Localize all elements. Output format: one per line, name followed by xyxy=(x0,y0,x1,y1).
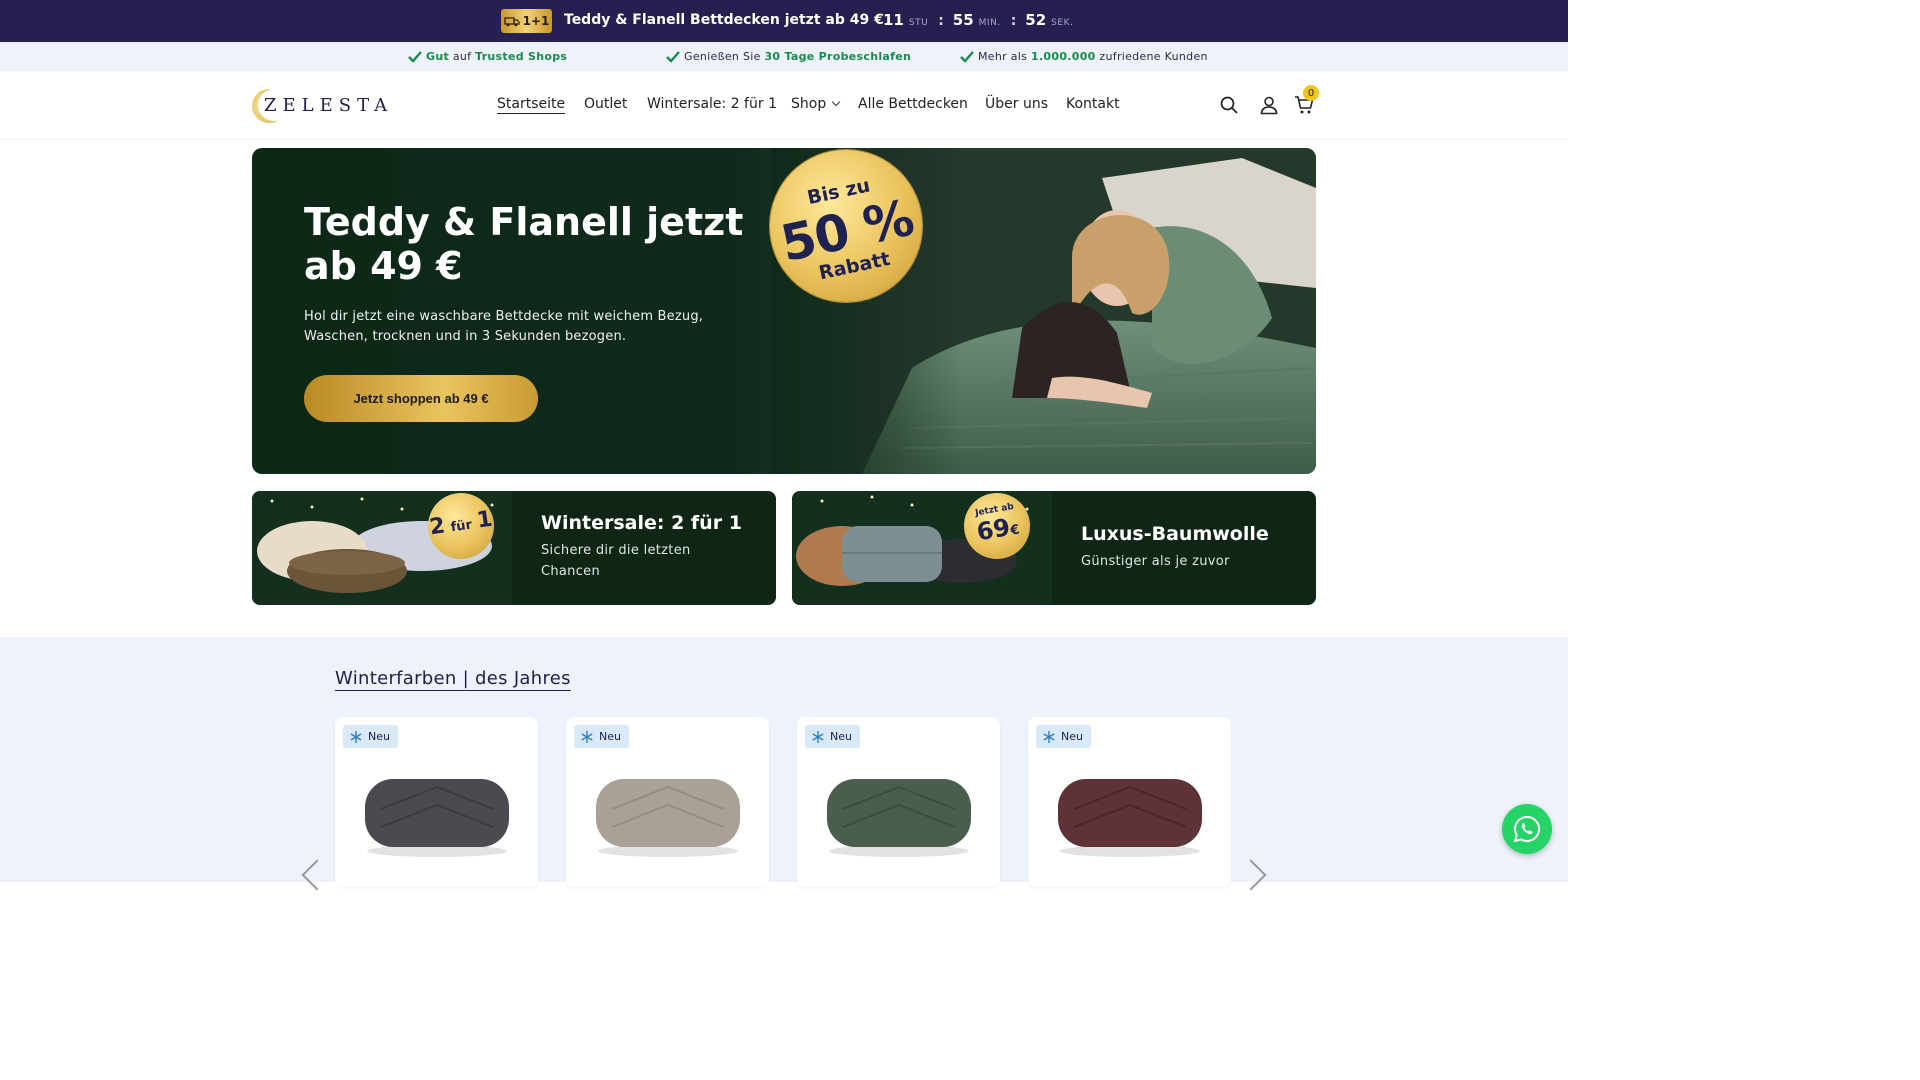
promo-badge-2-for-1: 2 für 1 xyxy=(428,493,494,559)
hero-title: Teddy & Flanell jetzt ab 49 € xyxy=(304,200,744,288)
account-icon[interactable] xyxy=(1259,95,1279,115)
promo-badge-price: Jetzt ab 69€ xyxy=(964,493,1030,559)
winter-colors-section: Winterfarben | des Jahres Neu Neu Neu Ne… xyxy=(0,637,1568,887)
product-card[interactable]: Neu xyxy=(797,717,1000,887)
whatsapp-chat-button[interactable] xyxy=(1502,804,1552,854)
truck-icon xyxy=(504,17,520,27)
checkmark-icon xyxy=(666,50,680,63)
discount-seal: Bis zu 50 % Rabatt xyxy=(770,150,922,302)
announcement-message[interactable]: Teddy & Flanell Bettdecken jetzt ab 49 € xyxy=(564,12,884,28)
nav-item-outlet[interactable]: Outlet xyxy=(584,96,627,112)
promo-subtitle: Sichere dir die letzten Chancen xyxy=(541,543,691,579)
product-card[interactable]: Neu xyxy=(335,717,538,887)
product-card[interactable]: Neu xyxy=(566,717,769,887)
product-image xyxy=(827,779,971,857)
product-image xyxy=(596,779,740,857)
nav-item-wintersale[interactable]: Wintersale: 2 für 1 xyxy=(647,96,777,112)
timer-hours-unit: STU xyxy=(908,18,929,28)
timer-seconds: 52 xyxy=(1025,11,1047,29)
timer-hours: 11 xyxy=(883,11,904,29)
offer-badge: 1+1 xyxy=(501,9,552,33)
shop-now-button[interactable]: Jetzt shoppen ab 49 € xyxy=(304,375,538,422)
timer-minutes-unit: MIN. xyxy=(978,18,1001,28)
product-card[interactable]: Neu xyxy=(1028,717,1231,887)
search-icon[interactable] xyxy=(1219,95,1239,115)
snowflake-icon xyxy=(1043,730,1055,743)
announcement-bar: 1+1 Teddy & Flanell Bettdecken jetzt ab … xyxy=(0,0,1568,42)
hero-banner[interactable]: Teddy & Flanell jetzt ab 49 € Hol dir je… xyxy=(252,148,1316,474)
nav-item-kontakt[interactable]: Kontakt xyxy=(1066,96,1120,112)
new-badge: Neu xyxy=(1036,725,1091,748)
nav-item-shop[interactable]: Shop xyxy=(791,96,841,112)
checkmark-icon xyxy=(960,50,974,63)
nav-item-alle-bettdecken[interactable]: Alle Bettdecken xyxy=(858,96,968,112)
promo-card-wintersale[interactable]: 2 für 1 Wintersale: 2 für 1 Sichere dir … xyxy=(252,491,776,605)
trust-item-trial: Genießen Sie 30 Tage Probeschlafen xyxy=(666,50,911,63)
logo[interactable]: ZELESTA xyxy=(252,87,387,125)
section-title[interactable]: Winterfarben | des Jahres xyxy=(335,668,571,689)
nav-item-startseite[interactable]: Startseite xyxy=(497,96,565,112)
new-badge: Neu xyxy=(343,725,398,748)
offer-badge-label: 1+1 xyxy=(522,14,550,28)
logo-wordmark: ZELESTA xyxy=(264,95,394,116)
hero-text: Hol dir jetzt eine waschbare Bettdecke m… xyxy=(304,309,704,344)
promo-title: Luxus-Baumwolle xyxy=(1081,523,1269,545)
nav-item-ueber-uns[interactable]: Über uns xyxy=(985,96,1048,112)
promo-card-baumwolle[interactable]: Jetzt ab 69€ Luxus-Baumwolle Günstiger a… xyxy=(792,491,1316,605)
trust-bar: Gut auf Trusted Shops Genießen Sie 30 Ta… xyxy=(0,42,1568,71)
new-badge: Neu xyxy=(805,725,860,748)
checkmark-icon xyxy=(408,50,422,63)
timer-separator: : xyxy=(1010,13,1017,29)
promo-subtitle: Günstiger als je zuvor xyxy=(1081,554,1230,569)
trust-item-trusted-shops: Gut auf Trusted Shops xyxy=(408,50,567,63)
snowflake-icon xyxy=(581,730,593,743)
timer-seconds-unit: SEK. xyxy=(1051,18,1074,28)
timer-separator: : xyxy=(938,13,944,29)
cart-count-badge: 0 xyxy=(1303,85,1319,101)
chevron-down-icon xyxy=(831,97,841,107)
snowflake-icon xyxy=(350,730,362,743)
new-badge: Neu xyxy=(574,725,629,748)
promo-title: Wintersale: 2 für 1 xyxy=(541,512,742,534)
snowflake-icon xyxy=(812,730,824,743)
trust-item-customers: Mehr als 1.000.000 zufriedene Kunden xyxy=(960,50,1208,63)
timer-minutes: 55 xyxy=(952,11,974,29)
countdown-timer: 11 STU : 55 MIN. : 52 SEK. xyxy=(883,11,1073,29)
product-image xyxy=(365,779,509,857)
site-header: ZELESTA Startseite Outlet Wintersale: 2 … xyxy=(0,71,1568,140)
product-image xyxy=(1058,779,1202,857)
whatsapp-icon xyxy=(1513,815,1541,843)
